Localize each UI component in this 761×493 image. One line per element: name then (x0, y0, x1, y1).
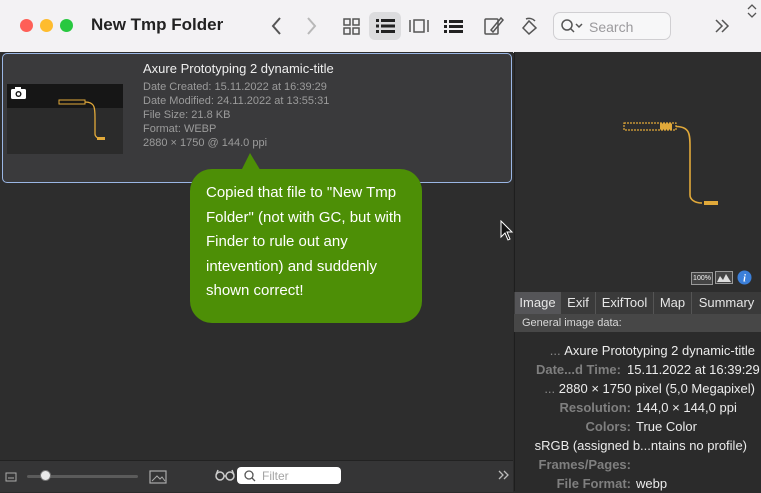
filter-field[interactable]: Filter (237, 467, 341, 484)
double-chevron-right-icon (715, 19, 730, 33)
info-value: 2880 × 1750 pixel (5,0 Megapixel) (558, 381, 755, 396)
toolbar-stepper[interactable] (745, 2, 759, 20)
info-label: File Format: (556, 476, 631, 491)
tab-image[interactable]: Image (515, 292, 561, 314)
info-value: Axure Prototyping 2 dynamic-title (564, 343, 755, 358)
info-row-colorspace: sRGB (assigned b...ntains no profile) (514, 436, 761, 455)
minimize-window-button[interactable] (40, 19, 53, 32)
zoom-window-button[interactable] (60, 19, 73, 32)
large-thumbnail-icon[interactable] (149, 470, 167, 484)
info-label: Frames/Pages: (538, 457, 632, 472)
zoom-badge[interactable]: 100% (691, 272, 713, 285)
list-icon (376, 19, 395, 33)
filter-placeholder: Filter (262, 469, 289, 483)
details-list-icon (444, 20, 463, 33)
tab-map[interactable]: Map (654, 292, 692, 314)
info-label: ... (544, 381, 556, 396)
chevron-left-icon (271, 17, 281, 35)
search-placeholder: Search (589, 19, 634, 35)
info-value: 15.11.2022 at 16:39:29 (627, 362, 760, 377)
info-value: True Color (636, 419, 697, 434)
info-row-resolution: Resolution: 144,0 × 144,0 ppi (514, 398, 761, 417)
view-list-button[interactable] (369, 12, 401, 40)
file-format: Format: WEBP (143, 123, 217, 135)
toolbar-overflow-button[interactable] (706, 12, 738, 40)
search-icon (561, 19, 583, 33)
tab-summary[interactable]: Summary (692, 292, 761, 314)
edit-button[interactable] (477, 12, 509, 40)
info-label: Colors: (585, 419, 632, 434)
back-button[interactable] (261, 12, 293, 40)
slider-knob[interactable] (40, 470, 51, 481)
file-date-modified: Date Modified: 24.11.2022 at 13:55:31 (143, 95, 330, 107)
info-value: 144,0 × 144,0 ppi (636, 400, 737, 415)
filmstrip-icon (409, 19, 429, 33)
grid-icon (343, 18, 360, 35)
tab-exiftool[interactable]: ExifTool (596, 292, 654, 314)
small-thumbnail-icon[interactable] (5, 472, 17, 482)
window-title: New Tmp Folder (91, 15, 224, 34)
filter-search-icon (244, 470, 256, 482)
info-value: sRGB (assigned b...ntains no profile) (534, 438, 747, 453)
file-name: Axure Prototyping 2 dynamic-title (143, 61, 334, 76)
info-row-filename: ... Axure Prototyping 2 dynamic-title (514, 341, 761, 360)
file-date-created: Date Created: 15.11.2022 at 16:39:29 (143, 81, 327, 93)
view-grid-button[interactable] (335, 12, 367, 40)
info-row-frames: Frames/Pages: (514, 455, 761, 474)
histogram-icon[interactable] (715, 271, 733, 284)
tab-exif[interactable]: Exif (561, 292, 596, 314)
info-row-colors: Colors: True Color (514, 417, 761, 436)
info-row-dimensions: ... 2880 × 1750 pixel (5,0 Megapixel) (514, 379, 761, 398)
forward-button[interactable] (295, 12, 327, 40)
info-label: Resolution: (559, 400, 632, 415)
preview-image (623, 122, 718, 205)
search-field[interactable]: Search (553, 12, 671, 40)
info-label: Date...d Time: (535, 362, 621, 377)
view-details-button[interactable] (437, 12, 469, 40)
glasses-icon[interactable] (214, 468, 236, 482)
edit-pencil-icon (484, 16, 505, 35)
file-size: File Size: 21.8 KB (143, 109, 231, 121)
close-window-button[interactable] (20, 19, 33, 32)
info-value: webp (636, 476, 668, 491)
svg-text:i: i (743, 274, 746, 285)
rotate-icon (521, 17, 538, 36)
section-header: General image data: (514, 314, 761, 332)
chevron-up-down-icon (747, 4, 757, 18)
rotate-button[interactable] (513, 12, 545, 40)
callout-text: Copied that file to "New Tmp Folder" (no… (206, 184, 402, 299)
info-row-datetime: Date...d Time: 15.11.2022 at 16:39:29 (514, 360, 761, 379)
camera-icon (11, 87, 26, 99)
info-icon[interactable]: i (737, 270, 752, 285)
info-label: ... (549, 343, 561, 358)
view-filmstrip-button[interactable] (403, 12, 435, 40)
mouse-cursor-icon (500, 220, 514, 241)
double-chevron-right-icon[interactable] (497, 469, 511, 481)
info-row-fileformat: File Format: webp (514, 474, 761, 493)
file-dimensions: 2880 × 1750 @ 144.0 ppi (143, 137, 268, 149)
chevron-right-icon (307, 17, 317, 35)
